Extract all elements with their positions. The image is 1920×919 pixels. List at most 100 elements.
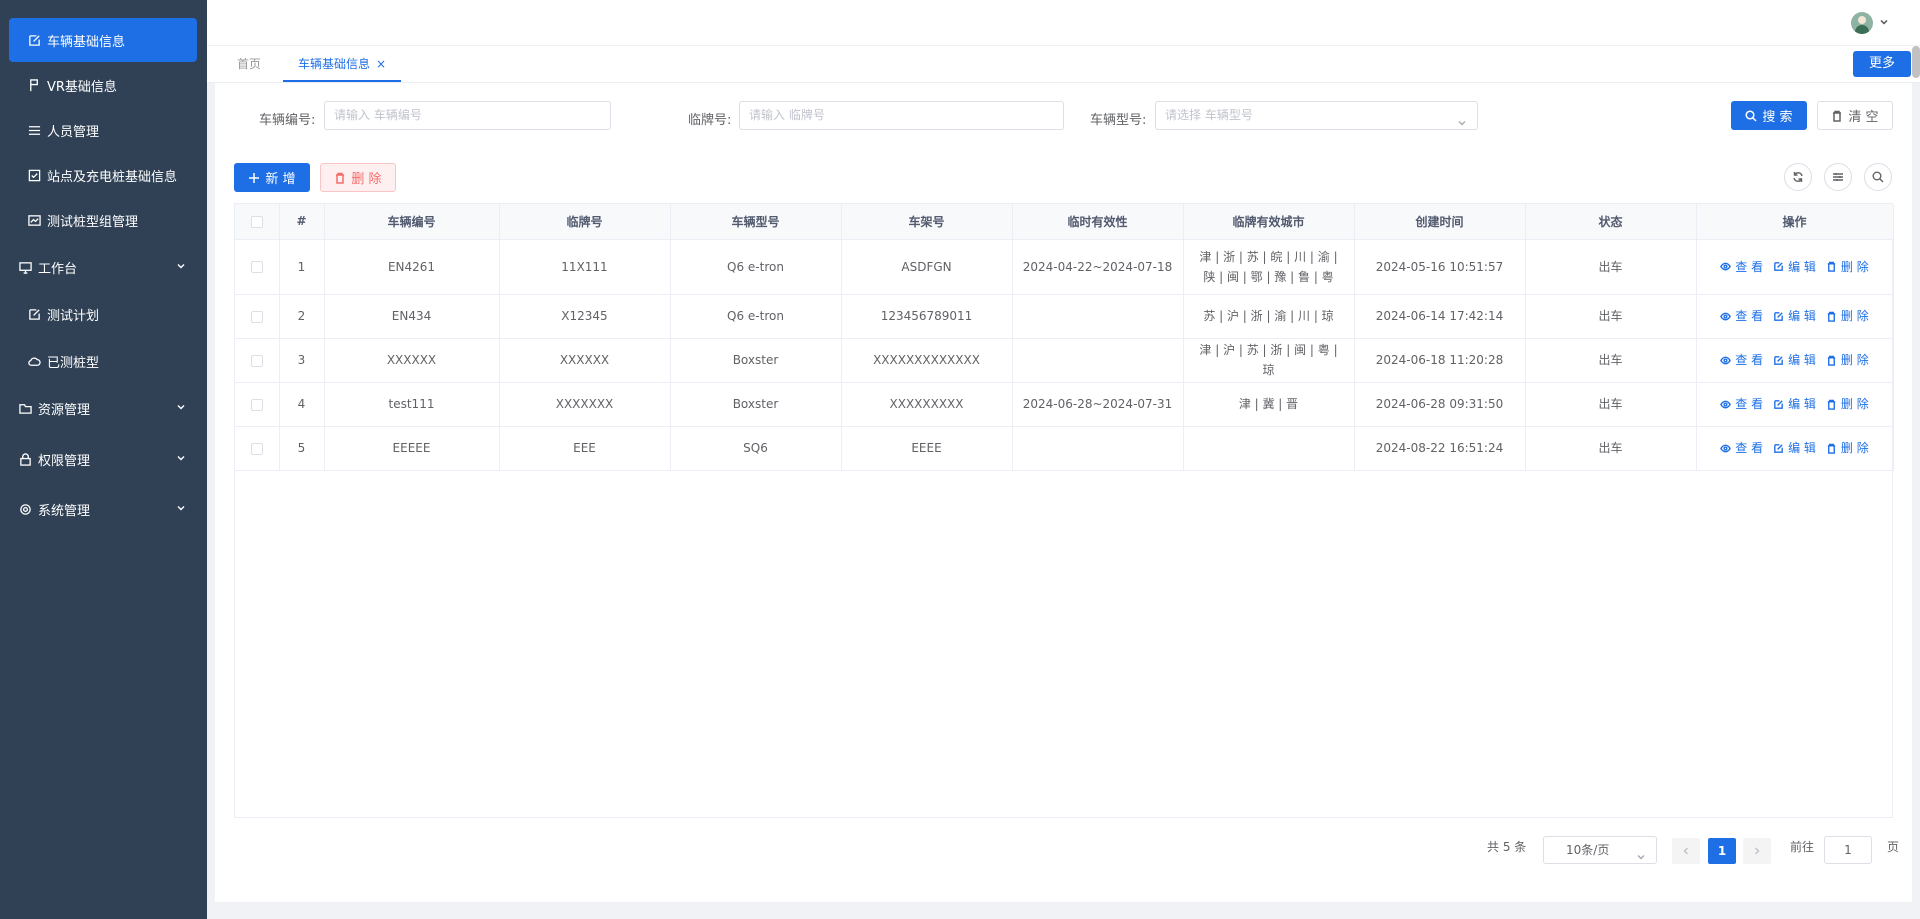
sidebar-item-permissions[interactable]: 权限管理: [9, 437, 197, 481]
prev-page-button[interactable]: [1672, 838, 1700, 864]
cell-actions: 查 看 编 辑 删 除: [1696, 426, 1894, 471]
delete-label: 删 除: [1840, 441, 1869, 455]
plate-input[interactable]: 请输入 临牌号: [739, 101, 1064, 130]
goto-page-input[interactable]: 1: [1824, 836, 1872, 864]
tab-home[interactable]: 首页: [237, 46, 261, 82]
cell-created: 2024-05-16 10:51:57: [1354, 239, 1526, 295]
cell-created: 2024-06-18 11:20:28: [1354, 338, 1526, 383]
sidebar-item-label: 已测桩型: [47, 355, 100, 371]
clear-button-label: 清 空: [1848, 110, 1879, 125]
eye-icon: [1720, 355, 1735, 366]
avatar[interactable]: [1851, 12, 1873, 34]
sidebar-item-personnel[interactable]: 人员管理: [9, 108, 197, 152]
sidebar-item-station-charger[interactable]: 站点及充电桩基础信息: [9, 153, 197, 197]
edit-label: 编 辑: [1788, 309, 1816, 323]
next-page-button[interactable]: [1743, 838, 1771, 864]
sidebar-item-tested-piles[interactable]: 已测桩型: [9, 339, 197, 383]
column-header: 操作: [1696, 204, 1894, 240]
page-suffix: 页: [1887, 840, 1900, 854]
clear-button[interactable]: 清 空: [1817, 101, 1893, 130]
close-icon[interactable]: ×: [376, 57, 386, 71]
view-button[interactable]: 查 看: [1720, 257, 1763, 277]
sidebar-item-vehicle-info[interactable]: 车辆基础信息: [9, 18, 197, 62]
add-button[interactable]: 新 增: [234, 163, 310, 192]
column-settings-button[interactable]: [1824, 163, 1852, 191]
delete-button[interactable]: 删 除: [1826, 394, 1869, 414]
edit-icon: [1773, 355, 1788, 366]
table-row: 2 EN434 X12345 Q6 e-tron 123456789011 苏 | 沪 |…: [235, 294, 1894, 339]
lock-icon: [18, 452, 32, 466]
refresh-button[interactable]: [1784, 163, 1812, 191]
select-all-cell[interactable]: [235, 204, 280, 240]
edit-button[interactable]: 编 辑: [1773, 306, 1816, 326]
cell-vehicle-no: EEEEE: [324, 426, 500, 471]
vehicle-table: # 车辆编号 临牌号 车辆型号 车架号 临时有效性 临牌有效城市 创建时间 状态…: [234, 203, 1894, 818]
chevron-down-icon[interactable]: [1878, 16, 1890, 32]
view-label: 查 看: [1735, 397, 1764, 411]
row-select-cell[interactable]: [235, 239, 280, 295]
edit-button[interactable]: 编 辑: [1773, 438, 1816, 458]
sidebar-item-label: 系统管理: [38, 503, 91, 519]
model-select[interactable]: 请选择 车辆型号: [1155, 101, 1478, 130]
row-checkbox[interactable]: [250, 261, 263, 273]
cell-status: 出车: [1525, 426, 1697, 471]
edit-button[interactable]: 编 辑: [1773, 257, 1816, 277]
sidebar-item-pile-group[interactable]: 测试桩型组管理: [9, 198, 197, 242]
page-size-select[interactable]: 10条/页: [1543, 836, 1657, 864]
row-select-cell[interactable]: [235, 382, 280, 427]
sidebar-item-label: 资源管理: [38, 402, 91, 418]
tab-vehicle-info[interactable]: 车辆基础信息 ×: [283, 46, 402, 82]
column-header: #: [279, 204, 325, 240]
page-number-current[interactable]: 1: [1708, 838, 1736, 864]
cell-status: 出车: [1525, 239, 1697, 295]
search-button[interactable]: 搜 索: [1731, 101, 1807, 130]
chevron-down-icon: [175, 452, 187, 468]
edit-button[interactable]: 编 辑: [1773, 350, 1816, 370]
view-button[interactable]: 查 看: [1720, 350, 1763, 370]
view-button[interactable]: 查 看: [1720, 306, 1763, 326]
sidebar-item-workbench[interactable]: 工作台: [9, 245, 197, 289]
cell-plate: EEE: [499, 426, 671, 471]
cell-idx: 5: [279, 426, 325, 471]
delete-button[interactable]: 删 除: [1826, 350, 1869, 370]
sidebar-item-label: 测试桩型组管理: [47, 214, 139, 230]
delete-button[interactable]: 删 除: [1826, 306, 1869, 326]
sidebar-item-resources[interactable]: 资源管理: [9, 386, 197, 430]
delete-button[interactable]: 删 除: [1826, 257, 1869, 277]
more-button[interactable]: 更多: [1853, 51, 1911, 77]
row-checkbox[interactable]: [250, 310, 263, 323]
sidebar-item-system[interactable]: 系统管理: [9, 487, 197, 531]
delete-label: 删 除: [1840, 353, 1869, 367]
vehicle-no-input[interactable]: 请输入 车辆编号: [324, 101, 611, 130]
row-select-cell[interactable]: [235, 426, 280, 471]
chevron-down-icon: [175, 401, 187, 417]
eye-icon: [1720, 399, 1735, 410]
select-all-checkbox[interactable]: [250, 215, 263, 228]
sidebar-item-test-plan[interactable]: 测试计划: [9, 292, 197, 336]
cell-model: Boxster: [670, 382, 842, 427]
view-button[interactable]: 查 看: [1720, 438, 1763, 458]
column-header: 车辆型号: [670, 204, 842, 240]
row-select-cell[interactable]: [235, 338, 280, 383]
scrollbar[interactable]: [1912, 46, 1920, 78]
delete-button[interactable]: 删 除: [1826, 438, 1869, 458]
cell-idx: 1: [279, 239, 325, 295]
row-checkbox[interactable]: [250, 398, 263, 411]
search-icon: [1872, 171, 1884, 183]
toggle-search-button[interactable]: [1864, 163, 1892, 191]
view-button[interactable]: 查 看: [1720, 394, 1763, 414]
sidebar-item-label: 车辆基础信息: [47, 34, 126, 50]
edit-button[interactable]: 编 辑: [1773, 394, 1816, 414]
sidebar-item-vr-info[interactable]: VR基础信息: [9, 63, 197, 107]
main-content: 车辆编号: 请输入 车辆编号 临牌号: 请输入 临牌号 车辆型号: 请选择 车辆…: [215, 83, 1912, 902]
table-row: 1 EN4261 11X111 Q6 e-tron ASDFGN 2024-04-22~2…: [235, 239, 1894, 295]
cell-actions: 查 看 编 辑 删 除: [1696, 239, 1894, 295]
row-select-cell[interactable]: [235, 294, 280, 339]
row-checkbox[interactable]: [250, 442, 263, 455]
cell-validity: [1012, 426, 1184, 471]
cell-model: Boxster: [670, 338, 842, 383]
batch-delete-button[interactable]: 删 除: [320, 163, 396, 192]
row-checkbox[interactable]: [250, 354, 263, 367]
cloud-icon: [27, 354, 41, 368]
trash-icon: [1826, 311, 1841, 322]
